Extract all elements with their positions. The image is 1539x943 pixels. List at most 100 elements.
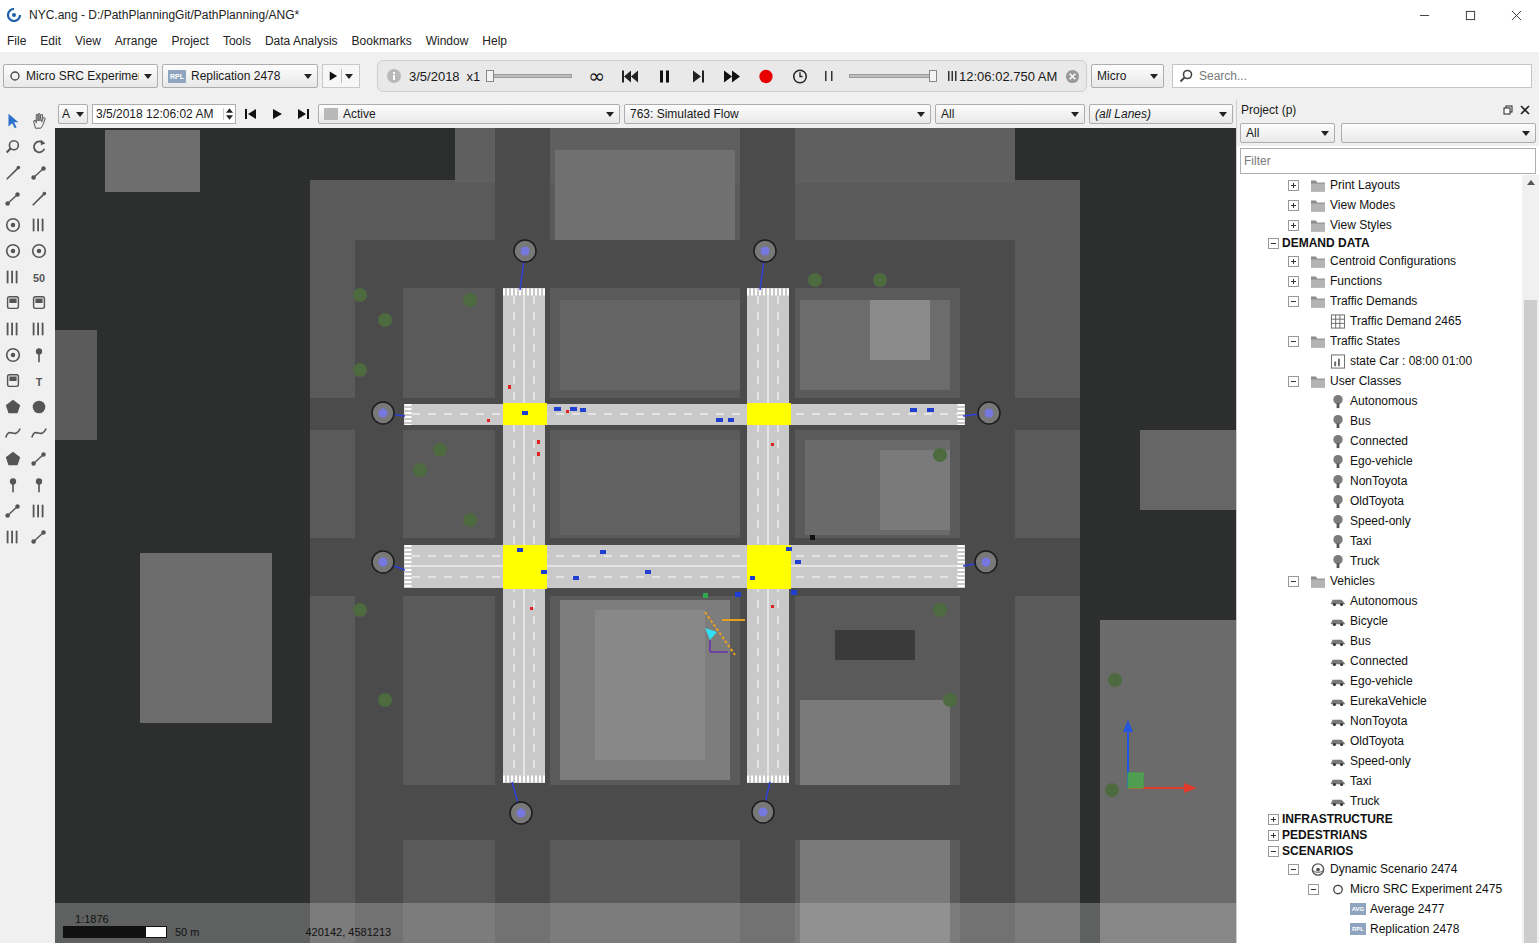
- vehicle[interactable]: [600, 550, 606, 554]
- menu-item[interactable]: Edit: [33, 32, 68, 50]
- tree-item[interactable]: Centroid Configurations: [1240, 251, 1522, 271]
- tree-item[interactable]: Connected: [1240, 651, 1522, 671]
- marker-icon[interactable]: [823, 69, 835, 83]
- tool-button[interactable]: [0, 420, 26, 446]
- centroid[interactable]: [372, 551, 405, 573]
- tool-button[interactable]: [26, 524, 52, 550]
- centroid[interactable]: [372, 402, 405, 424]
- maximize-button[interactable]: [1447, 0, 1493, 30]
- tree-item[interactable]: INFRASTRUCTURE: [1240, 811, 1522, 827]
- tree-item[interactable]: Vehicles: [1240, 571, 1522, 591]
- progress-slider[interactable]: [849, 69, 933, 83]
- last-frame-icon[interactable]: [296, 107, 310, 121]
- vehicle[interactable]: [537, 452, 540, 456]
- tool-button[interactable]: [26, 316, 52, 342]
- tree-item[interactable]: Taxi: [1240, 771, 1522, 791]
- run-button[interactable]: [322, 64, 360, 88]
- tree-item[interactable]: AVGAverage 2477: [1240, 899, 1522, 919]
- tree-item[interactable]: User Classes: [1240, 371, 1522, 391]
- tree-item[interactable]: Bus: [1240, 631, 1522, 651]
- tool-button[interactable]: [0, 446, 26, 472]
- menu-item[interactable]: Project: [165, 32, 216, 50]
- centroid[interactable]: [963, 551, 997, 573]
- tool-button[interactable]: [0, 524, 26, 550]
- tool-button[interactable]: [0, 186, 26, 212]
- tree-item[interactable]: Truck: [1240, 791, 1522, 811]
- view-mode-dropdown[interactable]: 763: Simulated Flow: [624, 104, 931, 124]
- tree-item[interactable]: NonToyota: [1240, 711, 1522, 731]
- tool-button[interactable]: [26, 212, 52, 238]
- tool-button[interactable]: [0, 316, 26, 342]
- replication-dropdown[interactable]: RPLReplication 2478: [162, 64, 318, 88]
- vehicle[interactable]: [487, 419, 490, 422]
- expand-toggle-icon[interactable]: [1268, 238, 1279, 249]
- tool-button[interactable]: [0, 394, 26, 420]
- expand-toggle-icon[interactable]: [1288, 200, 1299, 211]
- menu-item[interactable]: Arrange: [108, 32, 165, 50]
- centroid[interactable]: [963, 402, 1000, 424]
- experiment-dropdown[interactable]: Micro SRC Experiment 2: [3, 64, 158, 88]
- tree-item[interactable]: Autonomous: [1240, 591, 1522, 611]
- mode-dropdown[interactable]: Micro: [1091, 64, 1164, 88]
- slider-thumb[interactable]: [486, 70, 494, 82]
- tree-item[interactable]: state Car : 08:00 01:00: [1240, 351, 1522, 371]
- tree-item[interactable]: Traffic States: [1240, 331, 1522, 351]
- minimize-button[interactable]: [1401, 0, 1447, 30]
- vehicle[interactable]: [517, 548, 523, 552]
- spin-arrows[interactable]: [223, 108, 235, 120]
- tool-button[interactable]: [0, 472, 26, 498]
- vehicle[interactable]: [522, 411, 528, 415]
- tree-item[interactable]: Autonomous: [1240, 391, 1522, 411]
- vehicle[interactable]: [786, 547, 792, 551]
- tool-button[interactable]: [0, 238, 26, 264]
- tree-item[interactable]: Connected: [1240, 431, 1522, 451]
- tree-item[interactable]: Ego-vehicle: [1240, 671, 1522, 691]
- tool-button[interactable]: [0, 368, 26, 394]
- intersection[interactable]: [747, 403, 791, 425]
- vehicle[interactable]: [791, 590, 797, 595]
- expand-toggle-icon[interactable]: [1288, 864, 1299, 875]
- tree-item[interactable]: PEDESTRIANS: [1240, 827, 1522, 843]
- tree-item[interactable]: Ego-vehicle: [1240, 451, 1522, 471]
- tree-item[interactable]: Speed-only: [1240, 751, 1522, 771]
- down-arrow-icon[interactable]: [226, 115, 233, 120]
- vehicle[interactable]: [508, 385, 511, 389]
- tool-button[interactable]: [26, 446, 52, 472]
- tool-button[interactable]: [0, 160, 26, 186]
- vehicle[interactable]: [927, 408, 934, 412]
- menu-item[interactable]: File: [0, 32, 33, 50]
- datetime-spinner[interactable]: 3/5/2018 12:06:02 AM: [92, 104, 236, 124]
- network-canvas[interactable]: 1:187650 m420142, 4581213: [55, 128, 1236, 943]
- expand-toggle-icon[interactable]: [1268, 830, 1279, 841]
- tool-button[interactable]: [0, 342, 26, 368]
- tool-button[interactable]: [26, 342, 52, 368]
- tree-item[interactable]: Traffic Demand 2465: [1240, 311, 1522, 331]
- expand-toggle-icon[interactable]: [1288, 296, 1299, 307]
- tree-item[interactable]: Dynamic Scenario 2474: [1240, 859, 1522, 879]
- vehicle[interactable]: [910, 408, 917, 412]
- up-arrow-icon[interactable]: [226, 108, 233, 113]
- scope-dropdown[interactable]: All: [935, 104, 1085, 124]
- expand-toggle-icon[interactable]: [1288, 576, 1299, 587]
- expand-toggle-icon[interactable]: [1288, 180, 1299, 191]
- layer-dropdown[interactable]: A: [58, 104, 88, 124]
- intersection[interactable]: [503, 403, 547, 425]
- vehicle[interactable]: [703, 593, 708, 598]
- expand-toggle-icon[interactable]: [1288, 336, 1299, 347]
- tool-button[interactable]: T: [26, 368, 52, 394]
- centroid[interactable]: [754, 240, 776, 290]
- menu-item[interactable]: Window: [419, 32, 476, 50]
- tree-item[interactable]: Micro SRC Experiment 2475: [1240, 879, 1522, 899]
- first-frame-icon[interactable]: [244, 107, 258, 121]
- tool-button[interactable]: [26, 160, 52, 186]
- intersection[interactable]: [503, 545, 547, 589]
- vehicle[interactable]: [728, 418, 734, 422]
- expand-toggle-icon[interactable]: [1268, 846, 1279, 857]
- close-icon[interactable]: [1520, 105, 1530, 115]
- float-icon[interactable]: [1503, 105, 1513, 115]
- tool-button[interactable]: [0, 264, 26, 290]
- tool-button[interactable]: [26, 134, 52, 160]
- type-filter-dropdown[interactable]: All: [1240, 123, 1335, 143]
- menu-item[interactable]: Tools: [216, 32, 258, 50]
- tool-button[interactable]: [26, 394, 52, 420]
